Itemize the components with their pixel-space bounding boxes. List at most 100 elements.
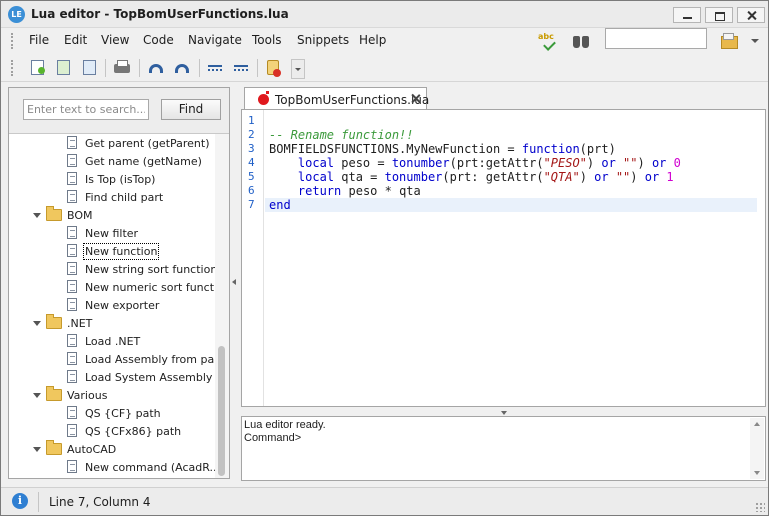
tree-item[interactable]: Load .NET	[67, 333, 213, 351]
redo-button[interactable]	[173, 59, 191, 77]
menu-help[interactable]: Help	[359, 33, 386, 47]
tree-item[interactable]: New numeric sort funct...	[67, 279, 215, 297]
outdent-button[interactable]	[232, 59, 250, 77]
code-editor[interactable]: 1234567 -- Rename function!! BOMFIELDSFUN…	[241, 109, 766, 407]
tree-item[interactable]: Get name (getName)	[67, 153, 213, 171]
menu-code[interactable]: Code	[143, 33, 174, 47]
snippet-search-input[interactable]	[24, 100, 148, 119]
menu-snippets[interactable]: Snippets	[297, 33, 349, 47]
code-line[interactable]: local peso = tonumber(prt:getAttr("PESO"…	[265, 156, 757, 170]
line-number: 2	[248, 128, 255, 141]
new-script-button[interactable]	[55, 59, 73, 77]
tree-folder[interactable]: BOM	[33, 206, 213, 225]
code-line[interactable]: local qta = tonumber(prt: getAttr("QTA")…	[265, 170, 757, 184]
tree-item[interactable]: Load System Assembly ...	[67, 369, 215, 387]
tree-item[interactable]: New filter	[67, 225, 213, 243]
line-number: 7	[248, 198, 255, 211]
close-window-button[interactable]	[737, 7, 765, 23]
chevron-down-icon[interactable]	[33, 447, 41, 452]
document-icon	[67, 226, 77, 239]
find-button[interactable]: Find	[161, 99, 221, 120]
toolbar-grip[interactable]	[11, 60, 14, 76]
toolbar-separator	[139, 59, 140, 77]
scrollbar-thumb[interactable]	[218, 346, 225, 476]
folder-icon	[46, 440, 62, 455]
snippet-button[interactable]	[264, 59, 282, 77]
document-icon	[67, 136, 77, 149]
code-token: (prt:getAttr(	[449, 156, 544, 170]
tree-item[interactable]: QS {CF} path	[67, 405, 213, 423]
code-line[interactable]: end	[265, 198, 757, 212]
indent-button[interactable]	[206, 59, 224, 77]
lua-editor-window: LE Lua editor - TopBomUserFunctions.lua …	[0, 0, 769, 516]
maximize-button[interactable]	[705, 7, 733, 23]
outdent-icon	[234, 65, 248, 71]
tree-item[interactable]: New command (AcadR...	[67, 459, 215, 477]
tree-item[interactable]: New string sort function	[67, 261, 215, 279]
close-icon[interactable]	[410, 92, 422, 106]
tree-item-label: BOM	[67, 209, 93, 222]
tree-folder[interactable]: AutoCAD	[33, 440, 213, 459]
code-area[interactable]: -- Rename function!! BOMFIELDSFUNCTIONS.M…	[265, 114, 757, 212]
tree-item[interactable]: New function	[67, 243, 213, 261]
search-input[interactable]	[606, 29, 706, 48]
menu-file[interactable]: File	[29, 33, 49, 47]
chevron-down-icon[interactable]	[33, 213, 41, 218]
open-folder-icon[interactable]	[720, 31, 738, 49]
toolbar-overflow-dropdown[interactable]	[291, 59, 305, 79]
new-file-button[interactable]	[29, 59, 47, 77]
menu-tools[interactable]: Tools	[252, 33, 282, 47]
tree-item-label: QS {CFx86} path	[85, 425, 182, 438]
code-token: local	[297, 170, 335, 184]
output-scrollbar[interactable]	[750, 418, 764, 479]
tab-topbomuserfunctions[interactable]: TopBomUserFunctions.lua	[244, 87, 430, 111]
document-icon	[67, 370, 77, 383]
undo-button[interactable]	[147, 59, 165, 77]
code-line[interactable]: BOMFIELDSFUNCTIONS.MyNewFunction = funct…	[265, 142, 757, 156]
command-prompt[interactable]: Command>	[242, 432, 326, 445]
menu-navigate[interactable]: Navigate	[188, 33, 242, 47]
tree-item[interactable]: Load Assembly from pa...	[67, 351, 215, 369]
document-icon	[67, 424, 77, 437]
tree-item-label: Various	[67, 389, 108, 402]
code-token: end	[269, 198, 291, 212]
undo-icon	[149, 64, 163, 73]
vertical-splitter[interactable]	[231, 87, 239, 479]
menu-view[interactable]: View	[101, 33, 129, 47]
code-line[interactable]	[265, 114, 757, 128]
tree-item[interactable]: Get parent (getParent)	[67, 135, 213, 153]
menu-edit[interactable]: Edit	[64, 33, 87, 47]
snippet-search-box[interactable]	[23, 99, 149, 120]
tree-item[interactable]: Find child part	[67, 189, 213, 207]
tree-item-label: New function	[82, 243, 160, 260]
minimize-button[interactable]	[673, 7, 701, 23]
resize-grip[interactable]	[755, 502, 765, 512]
code-token: )	[637, 156, 652, 170]
print-button[interactable]	[113, 59, 131, 77]
tree-item-label: New filter	[85, 227, 139, 240]
tree-item-label: AutoCAD	[67, 443, 117, 456]
code-line[interactable]: return peso * qta	[265, 184, 757, 198]
output-lines: Lua editor ready. Command>	[242, 419, 326, 445]
menu-grip[interactable]	[11, 33, 14, 49]
tree-item-label: Is Top (isTop)	[85, 173, 156, 186]
chevron-down-icon[interactable]	[33, 321, 41, 326]
save-button[interactable]	[81, 59, 99, 77]
output-console[interactable]: Lua editor ready. Command>	[241, 416, 766, 481]
folder-icon	[46, 206, 62, 221]
chevron-down-icon[interactable]	[751, 39, 759, 43]
code-line[interactable]: -- Rename function!!	[265, 128, 757, 142]
binoculars-icon[interactable]	[572, 32, 590, 50]
snippets-scrollbar[interactable]	[215, 134, 229, 478]
tree-item[interactable]: Is Top (isTop)	[67, 171, 213, 189]
tree-item[interactable]: New exporter	[67, 297, 213, 315]
code-token: BOMFIELDSFUNCTIONS.MyNewFunction =	[269, 142, 522, 156]
tab-label: TopBomUserFunctions.lua	[275, 93, 430, 107]
tree-folder[interactable]: .NET	[33, 314, 213, 333]
chevron-down-icon[interactable]	[33, 393, 41, 398]
code-token: or	[644, 170, 660, 184]
tree-folder[interactable]: Various	[33, 386, 213, 405]
spell-check-icon[interactable]: abc	[538, 32, 556, 50]
tree-item[interactable]: QS {CFx86} path	[67, 423, 213, 441]
search-input-box[interactable]	[605, 28, 707, 49]
